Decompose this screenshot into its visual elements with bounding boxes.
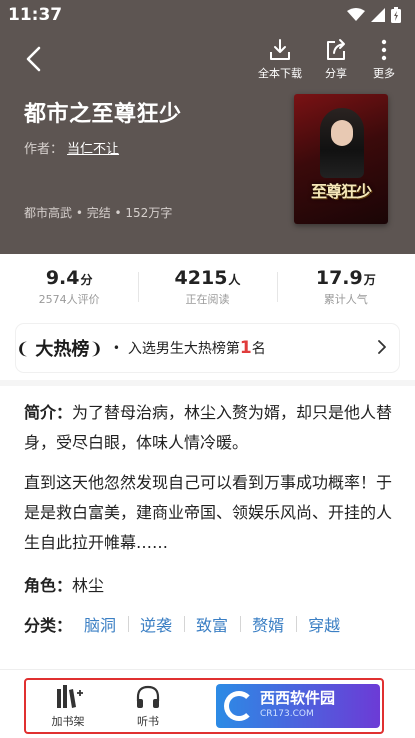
role-row: 角色：林尘	[24, 572, 104, 596]
more-vertical-icon	[381, 39, 387, 61]
stat-popularity-label: 累计人气	[323, 293, 368, 306]
category-row: 分类： 脑洞 逆袭 致富 赘婿 穿越	[24, 612, 352, 636]
listen-label: 听书	[137, 715, 159, 728]
synopsis-text-1: 为了替母治病，林尘入赘为婿，却只是他人替身，受尽白眼，体味人情冷暖。	[24, 403, 393, 452]
watermark-text: 西西软件园 CR173.COM	[260, 690, 335, 722]
stat-rating-value: 9.4	[45, 267, 80, 289]
category-tag[interactable]: 致富	[184, 612, 240, 636]
rank-text: 入选男生大热榜第1名	[128, 338, 266, 358]
book-header: 11:37 全本下载 分享 更多 都市之至尊狂少 作者： 当仁不让 都市高武 • …	[0, 0, 415, 254]
download-all-label: 全本下载	[258, 67, 302, 80]
laurel-left-icon: ❨	[16, 338, 30, 358]
category-tag[interactable]: 赘婿	[240, 612, 296, 636]
author-prefix: 作者：	[24, 142, 64, 157]
battery-icon	[391, 7, 401, 23]
stats-row: 9.4分 2574人评价 4215人 正在阅读 17.9万 累计人气	[0, 254, 415, 320]
wifi-icon	[347, 8, 365, 21]
cover-face	[331, 120, 353, 146]
book-meta: 都市高武 • 完结 • 152万字	[24, 206, 173, 220]
bottom-separator	[0, 669, 415, 670]
laurel-right-icon: ❩	[89, 338, 103, 358]
synopsis-label: 简介：	[24, 403, 73, 422]
rank-number: 1	[239, 338, 252, 358]
stat-rating-label: 2574人评价	[38, 293, 100, 306]
stat-popularity: 17.9万 累计人气	[276, 254, 415, 320]
stat-popularity-unit: 万	[363, 273, 376, 287]
watermark-sub: CR173.COM	[260, 709, 314, 719]
share-label: 分享	[325, 67, 347, 80]
listen-button[interactable]: 听书	[118, 683, 178, 729]
role-label: 角色：	[24, 576, 73, 595]
stat-readers-unit: 人	[228, 273, 241, 287]
synopsis-p1: 简介：为了替母治病，林尘入赘为婿，却只是他人替身，受尽白眼，体味人情冷暖。	[24, 398, 394, 458]
status-bar: 11:37	[0, 0, 415, 30]
share-button[interactable]: 分享	[324, 38, 348, 81]
section-divider	[0, 380, 415, 386]
cover-title: 至尊狂少	[310, 182, 372, 201]
add-to-shelf-button[interactable]: 加书架	[38, 683, 98, 729]
add-to-shelf-label: 加书架	[51, 715, 85, 728]
category-label: 分类：	[24, 616, 73, 635]
bookshelf-add-icon	[57, 685, 83, 708]
bullet-dot: •	[112, 341, 120, 355]
bottom-action-bar: 加书架 听书 西西软件园 CR173.COM	[24, 678, 384, 734]
back-button[interactable]	[18, 42, 48, 76]
more-label: 更多	[373, 67, 395, 80]
stat-readers: 4215人 正在阅读	[138, 254, 276, 320]
download-all-button[interactable]: 全本下载	[258, 38, 302, 81]
stat-popularity-value: 17.9	[315, 267, 363, 289]
author-link[interactable]: 当仁不让	[67, 142, 119, 157]
watermark-logo: 西西软件园 CR173.COM	[216, 684, 380, 728]
book-title: 都市之至尊狂少	[24, 102, 182, 127]
book-cover[interactable]: 至尊狂少	[294, 94, 388, 224]
back-arrow-icon	[26, 46, 41, 72]
headphones-icon	[136, 685, 160, 708]
rank-text-after: 名	[251, 341, 266, 357]
stat-readers-value: 4215	[174, 267, 228, 289]
chevron-right-icon	[378, 340, 386, 354]
signal-icon	[371, 8, 385, 22]
more-button[interactable]: 更多	[372, 38, 396, 81]
download-icon	[270, 39, 290, 60]
watermark-title: 西西软件园	[260, 689, 336, 707]
rank-text-before: 入选男生大热榜第	[127, 341, 240, 357]
category-tag[interactable]: 穿越	[296, 612, 352, 636]
stat-rating: 9.4分 2574人评价	[0, 254, 138, 320]
stat-readers-label: 正在阅读	[185, 293, 230, 306]
category-tag[interactable]: 逆袭	[128, 612, 184, 636]
watermark-c-icon	[224, 691, 254, 721]
status-icons	[347, 6, 401, 24]
category-tag[interactable]: 脑洞	[72, 612, 128, 636]
status-time: 11:37	[8, 5, 63, 25]
share-icon	[327, 39, 345, 60]
rank-banner[interactable]: ❨ 大热榜 ❩ • 入选男生大热榜第1名	[16, 324, 399, 372]
synopsis-p2: 直到这天他忽然发现自己可以看到万事成功概率！于是是救白富美，建商业帝国、领娱乐风…	[24, 473, 393, 552]
author-row: 作者： 当仁不让	[24, 138, 119, 157]
rank-badge: 大热榜	[35, 339, 90, 360]
stat-rating-unit: 分	[80, 273, 93, 287]
role-value: 林尘	[72, 576, 105, 595]
